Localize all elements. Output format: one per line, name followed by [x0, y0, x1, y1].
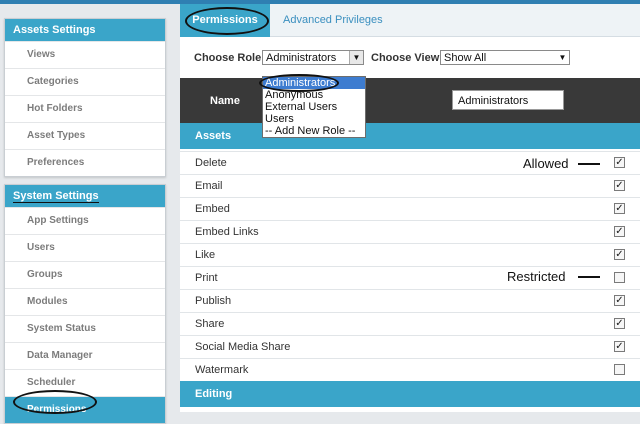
permission-label: Print — [195, 272, 218, 284]
sidebar-item-groups[interactable]: Groups — [5, 261, 165, 288]
permission-row: Embed Links ✓ — [180, 220, 640, 243]
restricted-annotation-line — [578, 276, 600, 278]
section-editing-header: Editing — [180, 381, 640, 407]
chevron-down-icon[interactable]: ▼ — [349, 51, 363, 64]
view-select[interactable]: Show All ▼ — [440, 50, 570, 65]
system-settings-title: System Settings — [5, 185, 165, 207]
restricted-annotation: Restricted — [507, 269, 566, 284]
role-option-add-new[interactable]: -- Add New Role -- — [263, 125, 365, 137]
permission-label: Watermark — [195, 364, 249, 376]
sidebar-item-hot-folders[interactable]: Hot Folders — [5, 95, 165, 122]
sidebar-item-asset-types[interactable]: Asset Types — [5, 122, 165, 149]
assets-settings-title: Assets Settings — [5, 19, 165, 41]
role-option-users[interactable]: Users — [263, 113, 365, 125]
permission-checkbox[interactable]: ✓ — [614, 157, 625, 168]
permission-label: Publish — [195, 295, 232, 307]
sidebar-item-system-status[interactable]: System Status — [5, 315, 165, 342]
permission-checkbox[interactable] — [614, 272, 625, 283]
highlight-oval-permissions-tab — [185, 7, 269, 35]
permission-row: Social Media Share ✓ — [180, 335, 640, 358]
permission-checkbox[interactable]: ✓ — [614, 295, 625, 306]
highlight-oval-administrators-option — [259, 74, 339, 92]
sidebar: Assets Settings Views Categories Hot Fol… — [0, 4, 172, 424]
role-option-external-users[interactable]: External Users — [263, 101, 365, 113]
permission-label: Share — [195, 318, 225, 330]
view-select-value: Show All — [444, 52, 487, 64]
main-content: Permissions Advanced Privileges Choose R… — [180, 4, 640, 412]
choose-view-label: Choose View: — [371, 52, 443, 64]
permission-checkbox[interactable]: ✓ — [614, 341, 625, 352]
name-label: Name — [210, 95, 240, 107]
role-header-row: Name Administrators — [180, 78, 640, 126]
permission-label: Social Media Share — [195, 341, 291, 353]
sidebar-item-data-manager[interactable]: Data Manager — [5, 342, 165, 369]
permission-row: Like ✓ — [180, 243, 640, 266]
permission-checkbox[interactable]: ✓ — [614, 226, 625, 237]
permission-checkbox[interactable]: ✓ — [614, 249, 625, 260]
allowed-annotation: Allowed — [523, 156, 569, 171]
sidebar-item-views[interactable]: Views — [5, 41, 165, 68]
permission-label: Email — [195, 180, 223, 192]
role-select[interactable]: Administrators ▼ — [262, 50, 364, 65]
sidebar-item-categories[interactable]: Categories — [5, 68, 165, 95]
permission-checkbox[interactable]: ✓ — [614, 203, 625, 214]
permission-row: Email ✓ — [180, 174, 640, 197]
choose-role-label: Choose Role: — [194, 52, 265, 64]
assets-settings-panel: Assets Settings Views Categories Hot Fol… — [4, 18, 166, 177]
permission-checkbox[interactable]: ✓ — [614, 318, 625, 329]
permission-label: Like — [195, 249, 216, 261]
tab-advanced-privileges[interactable]: Advanced Privileges — [283, 4, 383, 36]
permission-checkbox[interactable] — [614, 364, 625, 375]
role-name-input[interactable]: Administrators — [452, 90, 564, 110]
permission-row: Watermark — [180, 358, 640, 381]
allowed-annotation-line — [578, 163, 600, 165]
sidebar-item-app-settings[interactable]: App Settings — [5, 207, 165, 234]
permission-row: Print — [180, 266, 640, 289]
system-settings-panel: System Settings App Settings Users Group… — [4, 184, 166, 424]
sidebar-item-preferences[interactable]: Preferences — [5, 149, 165, 176]
section-assets-header: Assets — [180, 123, 640, 149]
permission-label: Embed — [195, 203, 230, 215]
permission-row: Delete ✓ — [180, 151, 640, 174]
system-settings-title-text: System Settings — [13, 190, 99, 203]
permission-row: Embed ✓ — [180, 197, 640, 220]
permission-label: Embed Links — [195, 226, 259, 238]
filter-bar: Choose Role: Administrators ▼ Choose Vie… — [180, 44, 640, 72]
chevron-down-icon[interactable]: ▼ — [556, 51, 569, 64]
permission-checkbox[interactable]: ✓ — [614, 180, 625, 191]
permission-row: Publish ✓ — [180, 289, 640, 312]
sidebar-item-users[interactable]: Users — [5, 234, 165, 261]
permission-row: Share ✓ — [180, 312, 640, 335]
sidebar-item-modules[interactable]: Modules — [5, 288, 165, 315]
role-select-value: Administrators — [266, 52, 337, 64]
highlight-oval-permissions-sidebar — [13, 390, 97, 414]
permission-label: Delete — [195, 157, 227, 169]
